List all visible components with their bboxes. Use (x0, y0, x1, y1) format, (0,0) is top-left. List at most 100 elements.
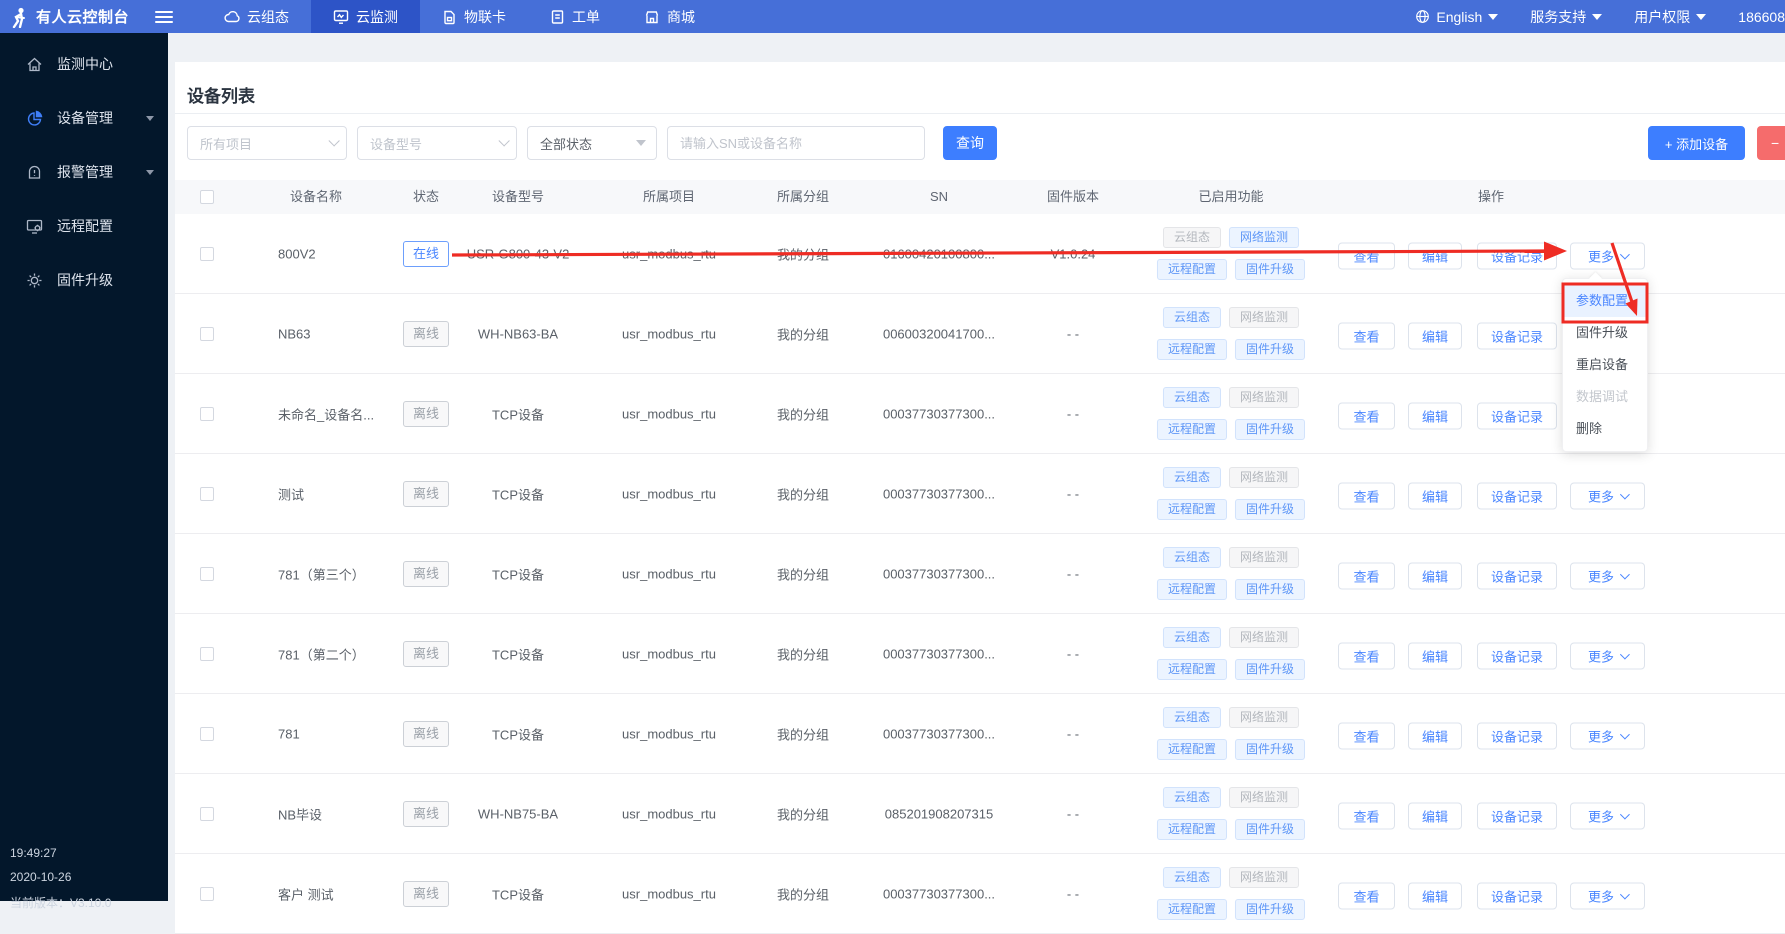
device-record-button[interactable]: 设备记录 (1477, 402, 1557, 429)
add-device-button[interactable]: + 添加设备 (1648, 126, 1745, 160)
more-actions-dropdown: 参数配置固件升级重启设备数据调试删除 (1562, 278, 1648, 452)
view-button[interactable]: 查看 (1338, 882, 1395, 909)
edit-button[interactable]: 编辑 (1408, 722, 1462, 749)
device-list-card: 设备列表 所有项目 设备型号 全部状态 查询 + 添加设备 − 设备名称状态设备… (175, 62, 1785, 901)
feature-badge: 固件升级 (1235, 739, 1305, 760)
view-button[interactable]: 查看 (1338, 722, 1395, 749)
row-checkbox[interactable] (200, 567, 214, 581)
device-record-button[interactable]: 设备记录 (1477, 642, 1557, 669)
edit-button[interactable]: 编辑 (1408, 402, 1462, 429)
more-button[interactable]: 更多 (1570, 642, 1645, 669)
sidebar-item-firmware-upgrade[interactable]: 固件升级 (0, 260, 168, 300)
feature-badges-line: 远程配置固件升级 (1157, 259, 1305, 280)
group-name: 我的分组 (777, 324, 829, 343)
select-all-checkbox[interactable] (200, 190, 214, 204)
device-record-button[interactable]: 设备记录 (1477, 722, 1557, 749)
chevron-down-icon (1592, 14, 1602, 20)
edit-button[interactable]: 编辑 (1408, 322, 1462, 349)
project-select[interactable]: 所有项目 (187, 126, 347, 160)
edit-button[interactable]: 编辑 (1408, 242, 1462, 269)
feature-badge: 远程配置 (1157, 899, 1227, 920)
more-button[interactable]: 更多 (1570, 882, 1645, 909)
edit-button[interactable]: 编辑 (1408, 562, 1462, 589)
view-button[interactable]: 查看 (1338, 642, 1395, 669)
feature-badge: 网络监测 (1229, 307, 1299, 328)
device-record-button[interactable]: 设备记录 (1477, 802, 1557, 829)
row-checkbox[interactable] (200, 887, 214, 901)
feature-badge: 云组态 (1163, 787, 1221, 808)
feature-badge: 云组态 (1163, 707, 1221, 728)
edit-button[interactable]: 编辑 (1408, 642, 1462, 669)
chevron-down-icon (1620, 809, 1630, 819)
row-checkbox[interactable] (200, 727, 214, 741)
edit-button[interactable]: 编辑 (1408, 802, 1462, 829)
feature-badges-line: 远程配置固件升级 (1157, 499, 1305, 520)
menu-item-parameter-config[interactable]: 参数配置 (1563, 285, 1647, 317)
more-button[interactable]: 更多 (1570, 242, 1645, 269)
firmware-gear-icon (26, 272, 43, 289)
more-button[interactable]: 更多 (1570, 722, 1645, 749)
user-permission-menu[interactable]: 用户权限 (1618, 7, 1722, 27)
more-button[interactable]: 更多 (1570, 482, 1645, 509)
row-checkbox[interactable] (200, 487, 214, 501)
feature-badge: 固件升级 (1235, 819, 1305, 840)
tab-work-order[interactable]: 工单 (528, 0, 622, 33)
device-model-select[interactable]: 设备型号 (357, 126, 517, 160)
language-switch[interactable]: English (1399, 9, 1514, 25)
firmware-version: - - (1067, 806, 1079, 821)
edit-button[interactable]: 编辑 (1408, 882, 1462, 909)
view-button[interactable]: 查看 (1338, 322, 1395, 349)
table-row: NB63离线WH-NB63-BAusr_modbus_rtu我的分组006003… (175, 294, 1785, 374)
device-record-button[interactable]: 设备记录 (1477, 882, 1557, 909)
sidebar-item-monitor-center[interactable]: 监测中心 (0, 44, 168, 84)
sidebar-version: 当前版本：V3.10.0 (10, 894, 111, 911)
row-checkbox[interactable] (200, 247, 214, 261)
tab-iot-sim[interactable]: 物联卡 (420, 0, 528, 33)
tab-store[interactable]: 商城 (622, 0, 717, 33)
menu-item-firmware-upgrade[interactable]: 固件升级 (1563, 317, 1647, 349)
more-button[interactable]: 更多 (1570, 562, 1645, 589)
more-button[interactable]: 更多 (1570, 802, 1645, 829)
view-button[interactable]: 查看 (1338, 562, 1395, 589)
feature-badge: 固件升级 (1235, 659, 1305, 680)
feature-badge: 网络监测 (1229, 227, 1299, 248)
project-name: usr_modbus_rtu (622, 566, 716, 581)
view-button[interactable]: 查看 (1338, 482, 1395, 509)
sidebar-item-alarm-management[interactable]: 报警管理 (0, 152, 168, 192)
account-number[interactable]: 186608 (1722, 9, 1785, 25)
tab-cloud-monitor[interactable]: 云监测 (311, 0, 420, 33)
query-button[interactable]: 查询 (943, 126, 997, 160)
row-checkbox[interactable] (200, 327, 214, 341)
menu-collapse-icon[interactable] (155, 11, 173, 23)
row-checkbox[interactable] (200, 647, 214, 661)
edit-button[interactable]: 编辑 (1408, 482, 1462, 509)
device-record-button[interactable]: 设备记录 (1477, 482, 1557, 509)
sn-search-field[interactable] (667, 126, 925, 160)
device-record-button[interactable]: 设备记录 (1477, 562, 1557, 589)
view-button[interactable]: 查看 (1338, 802, 1395, 829)
search-input[interactable] (680, 136, 912, 151)
status-select[interactable]: 全部状态 (527, 126, 657, 160)
service-support-menu[interactable]: 服务支持 (1514, 7, 1618, 27)
sidebar-item-remote-config[interactable]: 远程配置 (0, 206, 168, 246)
device-record-button[interactable]: 设备记录 (1477, 322, 1557, 349)
view-button[interactable]: 查看 (1338, 242, 1395, 269)
topbar: 有人云控制台 云组态 云监测 物联卡 (0, 0, 1785, 33)
device-record-button[interactable]: 设备记录 (1477, 242, 1557, 269)
group-name: 我的分组 (777, 644, 829, 663)
view-button[interactable]: 查看 (1338, 402, 1395, 429)
row-checkbox[interactable] (200, 807, 214, 821)
chevron-down-icon (498, 135, 509, 146)
feature-badges-line: 云组态网络监测 (1163, 547, 1299, 568)
status-badge: 离线 (403, 321, 449, 347)
tab-cloud-scada[interactable]: 云组态 (201, 0, 311, 33)
feature-badge: 云组态 (1163, 227, 1221, 248)
delete-device-button[interactable]: − (1757, 126, 1785, 160)
monitor-icon (333, 9, 349, 25)
menu-item-restart-device[interactable]: 重启设备 (1563, 349, 1647, 381)
column-header: 固件版本 (1047, 180, 1099, 214)
sidebar-item-device-management[interactable]: 设备管理 (0, 98, 168, 138)
device-name: 测试 (278, 484, 304, 503)
row-checkbox[interactable] (200, 407, 214, 421)
menu-item-delete[interactable]: 删除 (1563, 413, 1647, 445)
